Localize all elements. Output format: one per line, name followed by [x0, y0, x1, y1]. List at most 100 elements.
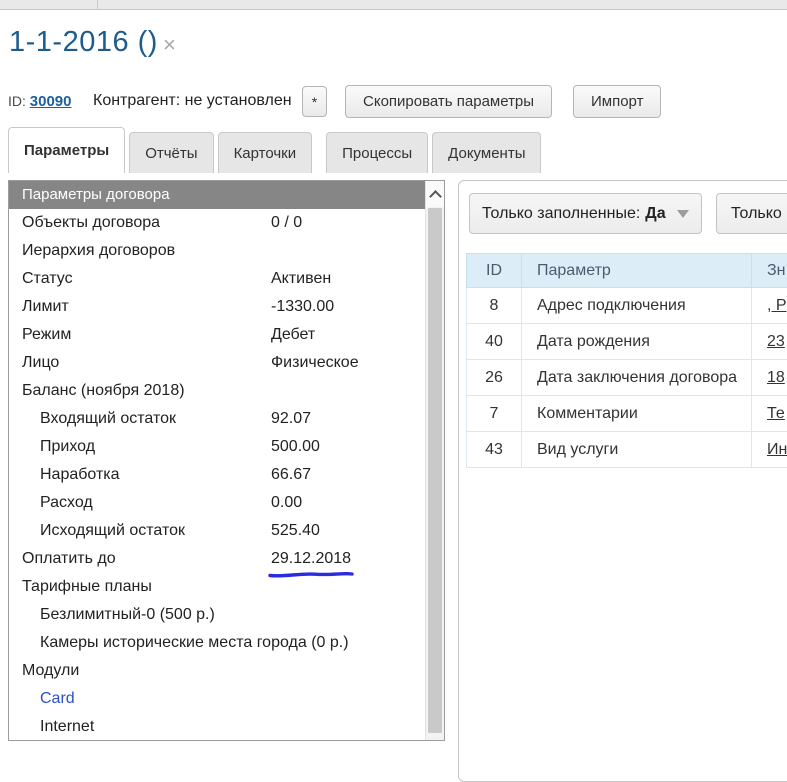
cell-id: 40 — [467, 324, 522, 360]
counterparty-label: Контрагент: не установлен — [93, 92, 292, 110]
chevron-up-icon — [429, 190, 442, 203]
parameter-value: 500.00 — [271, 433, 320, 461]
asterisk-button[interactable]: * — [302, 86, 327, 117]
tab-label: Отчёты — [145, 145, 197, 162]
close-icon[interactable]: × — [163, 34, 176, 56]
scrollbar-thumb[interactable] — [428, 208, 442, 733]
cell-id: 26 — [467, 360, 522, 396]
parameter-row[interactable]: Исходящий остаток 525.40 — [9, 517, 425, 545]
contract-parameters-panel: Параметры договора Объекты договора 0 / … — [8, 180, 445, 741]
parameter-row[interactable]: Тарифные планы — [9, 573, 425, 601]
scroll-up-button[interactable] — [426, 181, 444, 207]
parameter-label: Модули — [22, 657, 79, 685]
cell-value: Ин — [752, 432, 787, 468]
id-label: ID: — [8, 93, 26, 109]
tab[interactable]: Отчёты — [129, 132, 213, 173]
left-panel-scrollbar[interactable] — [425, 181, 444, 740]
parameter-row[interactable]: Card — [9, 685, 425, 713]
table-row[interactable]: 26 Дата заключения договора 18 — [467, 360, 787, 396]
parameter-label: Тарифные планы — [22, 573, 152, 601]
parameter-row[interactable]: Режим Дебет — [9, 321, 425, 349]
second-filter-label: Только — [731, 205, 782, 223]
cell-param: Дата рождения — [522, 324, 752, 360]
tab-label: Процессы — [342, 145, 412, 162]
parameter-row[interactable]: Объекты договора 0 / 0 — [9, 209, 425, 237]
copy-parameters-button[interactable]: Скопировать параметры — [345, 85, 552, 118]
parameter-value: 0 / 0 — [271, 209, 302, 237]
table-row[interactable]: 40 Дата рождения 23 — [467, 324, 787, 360]
parameter-label: Расход — [40, 489, 93, 517]
cell-id: 43 — [467, 432, 522, 468]
parameter-label: Иерархия договоров — [22, 237, 175, 265]
parameter-row[interactable]: Приход 500.00 — [9, 433, 425, 461]
parameter-value: 525.40 — [271, 517, 320, 545]
parameter-label: Internet — [40, 713, 94, 741]
cell-param: Комментарии — [522, 396, 752, 432]
col-header-value: Зн — [752, 254, 787, 288]
parameter-row[interactable]: Наработка 66.67 — [9, 461, 425, 489]
parameter-label: Лицо — [22, 349, 59, 377]
page-title: 1-1-2016 () — [9, 26, 158, 59]
cell-id: 8 — [467, 288, 522, 324]
table-row[interactable]: 7 Комментарии Те — [467, 396, 787, 432]
only-filled-value: Да — [645, 205, 665, 223]
parameter-row[interactable]: Безлимитный-0 (500 р.) — [9, 601, 425, 629]
cell-value: 18 — [752, 360, 787, 396]
parameter-label: Статус — [22, 265, 73, 293]
parameter-label: Оплатить до — [22, 545, 116, 573]
cell-param: Адрес подключения — [522, 288, 752, 324]
chevron-down-icon — [677, 210, 689, 218]
top-strip-divider — [97, 0, 98, 9]
parameter-row[interactable]: Лимит -1330.00 — [9, 293, 425, 321]
parameter-row[interactable]: Оплатить до 29.12.2018 — [9, 545, 425, 573]
value-link[interactable]: , Р — [767, 297, 787, 314]
parameter-row[interactable]: Internet — [9, 713, 425, 741]
parameter-row[interactable]: Входящий остаток 92.07 — [9, 405, 425, 433]
tab-label: Карточки — [234, 145, 297, 162]
value-link[interactable]: Те — [767, 405, 785, 422]
browser-top-strip — [0, 0, 787, 10]
value-link[interactable]: 18 — [767, 369, 785, 386]
parameter-row[interactable]: Баланс (ноября 2018) — [9, 377, 425, 405]
parameter-row[interactable]: Статус Активен — [9, 265, 425, 293]
table-row[interactable]: 43 Вид услуги Ин — [467, 432, 787, 468]
tab[interactable]: Карточки — [218, 132, 313, 173]
col-header-param: Параметр — [522, 254, 752, 288]
tab-bar: Параметры Отчёты Карточки Процессы Докум… — [8, 127, 545, 173]
cell-value: , Р — [752, 288, 787, 324]
parameter-label: Лимит — [22, 293, 69, 321]
parameter-value: Активен — [271, 265, 331, 293]
parameter-label: Объекты договора — [22, 209, 160, 237]
second-filter-dropdown[interactable]: Только — [716, 193, 787, 234]
parameters-values-panel: Только заполненные: Да Только ID Парамет… — [458, 180, 787, 782]
tab[interactable]: Процессы — [326, 132, 428, 173]
parameter-value: Дебет — [271, 321, 315, 349]
parameter-row[interactable]: Лицо Физическое — [9, 349, 425, 377]
import-button[interactable]: Импорт — [573, 85, 661, 118]
table-row[interactable]: 8 Адрес подключения , Р — [467, 288, 787, 324]
cell-value: 23 — [752, 324, 787, 360]
value-link[interactable]: Ин — [767, 441, 787, 458]
tab-label: Параметры — [24, 142, 109, 159]
parameter-row[interactable]: Камеры исторические места города (0 р.) — [9, 629, 425, 657]
tab[interactable]: Параметры — [8, 127, 125, 173]
parameter-value: 92.07 — [271, 405, 311, 433]
cell-param: Вид услуги — [522, 432, 752, 468]
cell-id: 7 — [467, 396, 522, 432]
parameter-row[interactable]: Расход 0.00 — [9, 489, 425, 517]
table-header-row: ID Параметр Зн — [467, 254, 787, 288]
contract-id-link[interactable]: 30090 — [30, 93, 72, 110]
parameters-table: ID Параметр Зн 8 Адрес подключения , Р 4… — [466, 253, 787, 468]
parameter-value: Физическое — [271, 349, 359, 377]
value-link[interactable]: 23 — [767, 333, 785, 350]
parameter-label: Режим — [22, 321, 71, 349]
tab[interactable]: Документы — [432, 132, 541, 173]
cell-param: Дата заключения договора — [522, 360, 752, 396]
parameter-label: Камеры исторические места города (0 р.) — [40, 629, 349, 657]
left-panel-header: Параметры договора — [9, 181, 426, 209]
only-filled-dropdown[interactable]: Только заполненные: Да — [469, 193, 702, 234]
parameter-value: 0.00 — [271, 489, 302, 517]
col-header-id: ID — [467, 254, 522, 288]
parameter-row[interactable]: Модули — [9, 657, 425, 685]
parameter-row[interactable]: Иерархия договоров — [9, 237, 425, 265]
